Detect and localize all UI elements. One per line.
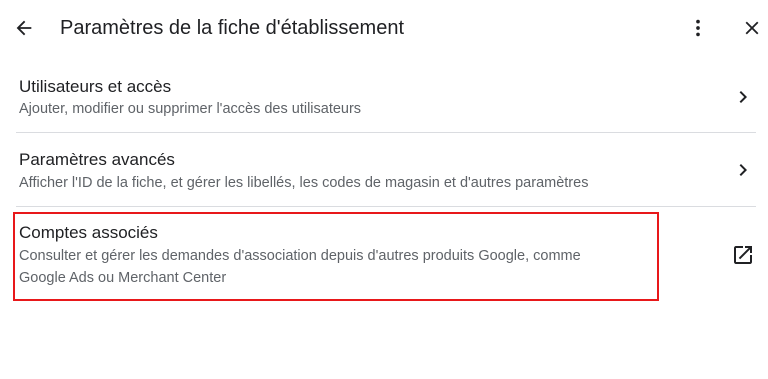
close-icon [741, 17, 763, 39]
list-item-users-access[interactable]: Utilisateurs et accès Ajouter, modifier … [0, 70, 768, 132]
item-action [728, 240, 758, 270]
list-item-linked-accounts[interactable]: Comptes associés Consulter et gérer les … [0, 216, 768, 300]
list-item-advanced-settings[interactable]: Paramètres avancés Afficher l'ID de la f… [0, 143, 768, 205]
close-button[interactable] [736, 12, 768, 44]
arrow-left-icon [13, 17, 35, 39]
item-subtitle: Ajouter, modifier ou supprimer l'accès d… [19, 101, 362, 117]
item-title: Utilisateurs et accès [19, 77, 172, 96]
item-title: Paramètres avancés [19, 150, 175, 169]
item-subtitle: Afficher l'ID de la fiche, et gérer les … [19, 175, 589, 191]
item-subtitle-line1: Consulter et gérer les demandes d'associ… [19, 248, 581, 264]
more-options-button[interactable] [682, 12, 714, 44]
divider [16, 132, 756, 133]
page-title: Paramètres de la fiche d'établissement [60, 17, 404, 39]
chevron-right-icon [731, 158, 755, 182]
dialog-header: Paramètres de la fiche d'établissement [0, 0, 768, 56]
item-subtitle-line2: Google Ads ou Merchant Center [19, 270, 227, 286]
item-action [728, 155, 758, 185]
open-in-new-icon [731, 243, 755, 267]
chevron-right-icon [731, 85, 755, 109]
divider [16, 206, 756, 207]
more-vert-icon [687, 17, 709, 39]
item-action [728, 82, 758, 112]
item-title: Comptes associés [19, 223, 158, 242]
back-button[interactable] [8, 12, 40, 44]
